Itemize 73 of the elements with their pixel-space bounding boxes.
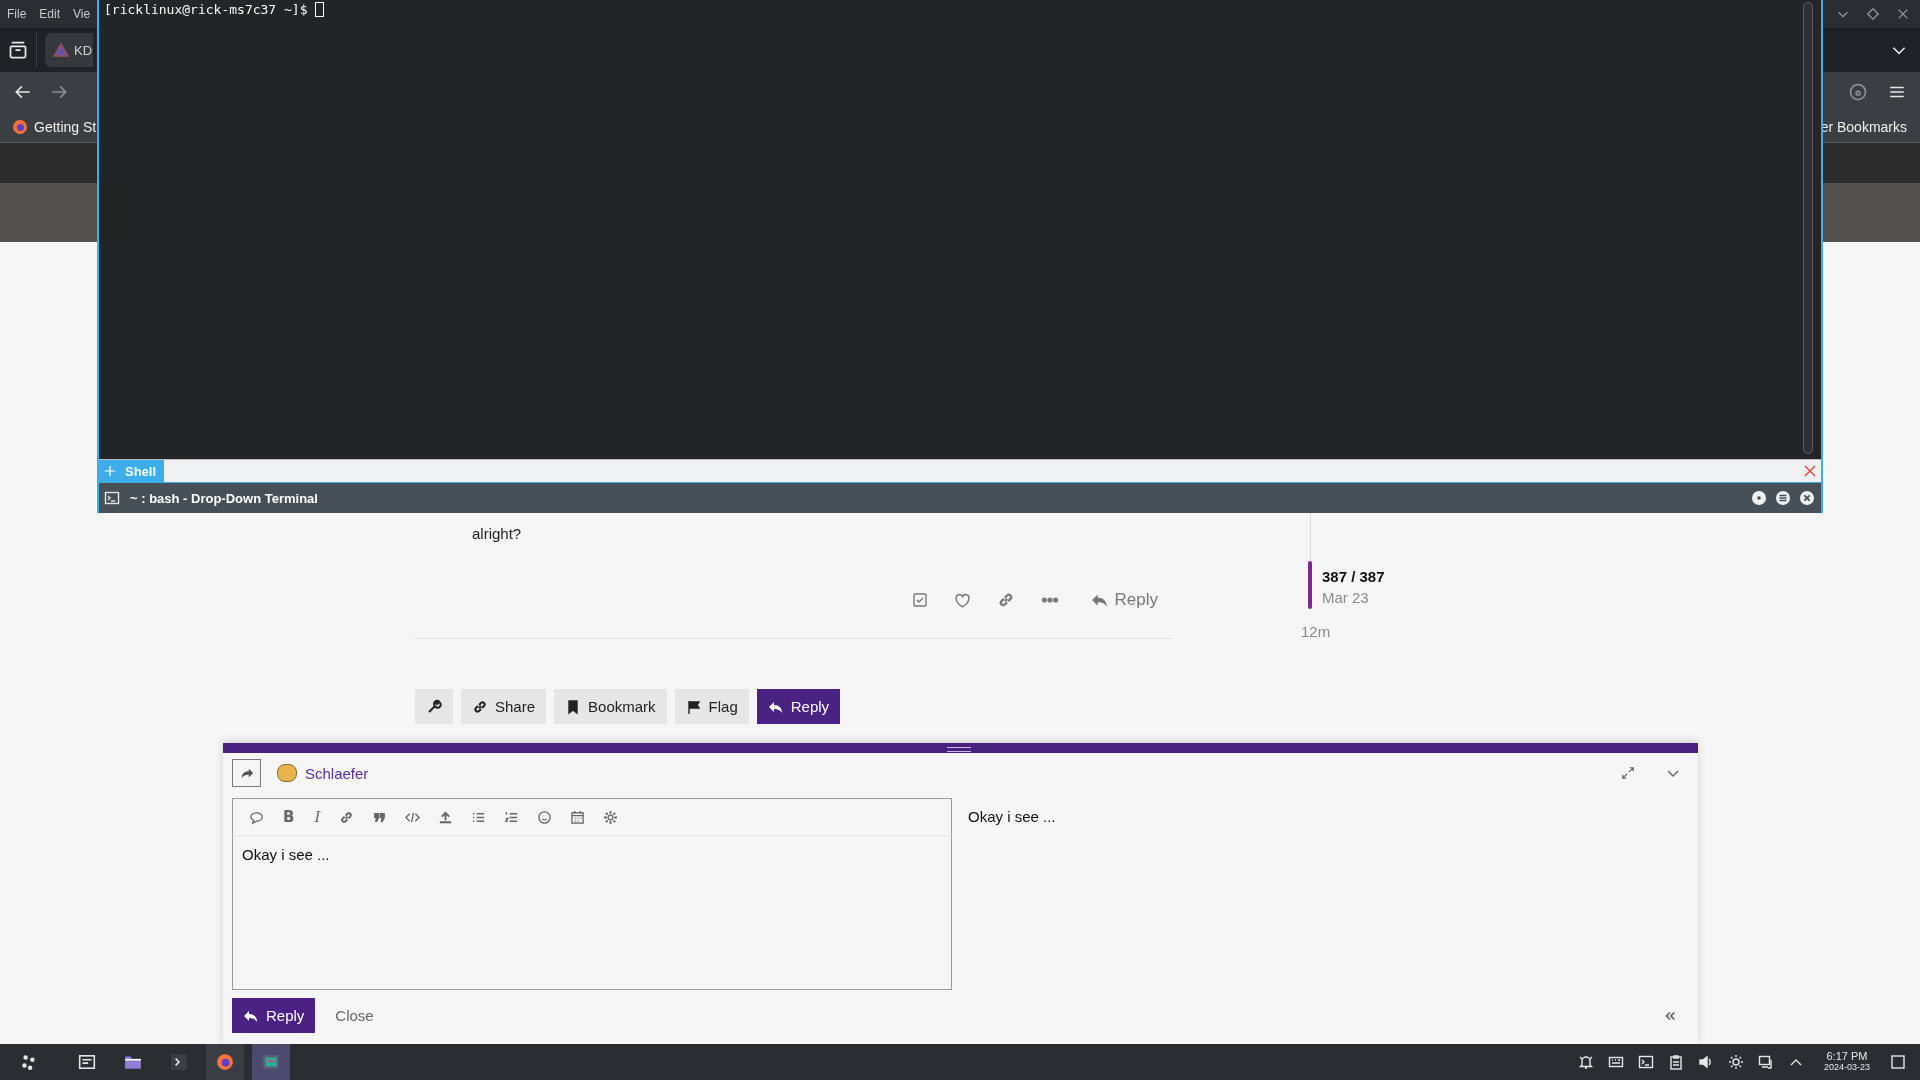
menu-item[interactable]: File	[7, 7, 27, 21]
smiley-icon[interactable]	[537, 809, 553, 825]
display-icon[interactable]	[1757, 1054, 1774, 1070]
plus-icon	[103, 464, 117, 478]
link-icon[interactable]	[339, 809, 355, 825]
folder-icon	[124, 1053, 142, 1071]
menu-item[interactable]: Vie	[73, 7, 91, 21]
scrollbar[interactable]	[1803, 2, 1813, 454]
forward-arrow-icon	[239, 766, 254, 780]
bookmark-link[interactable]: Getting St	[34, 119, 97, 135]
text-input[interactable]: Okay i see ...	[232, 836, 952, 990]
speech-bubble-icon[interactable]	[249, 809, 264, 825]
admin-button[interactable]	[415, 689, 453, 724]
resize-grip[interactable]	[947, 747, 971, 752]
close-icon[interactable]	[1802, 463, 1818, 479]
flag-icon	[685, 698, 702, 715]
clock-time[interactable]: 6:17 PM	[1823, 1051, 1870, 1062]
reply-button[interactable]: Reply	[1084, 586, 1164, 614]
maximize-icon[interactable]	[1866, 7, 1880, 21]
upload-icon[interactable]	[438, 809, 454, 825]
menu-item[interactable]: Edit	[39, 7, 61, 21]
reply-button[interactable]: Reply	[756, 689, 841, 724]
launcher-icon[interactable]	[20, 1053, 38, 1071]
close-icon[interactable]	[1799, 490, 1815, 506]
terminal-prompt: [ricklinux@rick-ms7c37 ~]$	[104, 2, 309, 17]
brightness-icon[interactable]	[1727, 1054, 1744, 1070]
logo-icon	[216, 1053, 234, 1071]
keyboard-icon[interactable]	[1607, 1054, 1624, 1070]
clipboard-icon[interactable]	[1667, 1054, 1684, 1070]
tab-title: KD	[74, 42, 93, 58]
topic-button[interactable]: Bookmark	[554, 689, 667, 724]
post-text: alright?	[472, 524, 523, 544]
clock-date[interactable]: 2024-03-23	[1823, 1062, 1870, 1073]
calendar-icon[interactable]	[570, 809, 586, 825]
windows-icon	[78, 1053, 96, 1071]
italic-button[interactable]: I	[305, 808, 332, 826]
tab-overview-icon[interactable]	[8, 40, 28, 60]
browser-tab[interactable]: KD	[45, 33, 94, 67]
numbered-list-icon[interactable]	[504, 809, 520, 825]
reply-button[interactable]: Reply	[232, 998, 316, 1033]
preview-text: Okay i see ...	[968, 807, 1056, 827]
terminal-window-icon	[262, 1053, 280, 1071]
topic-button[interactable]: Share	[461, 689, 547, 724]
user-name[interactable]: Schlaefer	[305, 764, 369, 782]
disc-icon[interactable]	[1848, 82, 1868, 102]
triangle-icon	[53, 42, 69, 58]
window-title: ~ : bash - Drop-Down Terminal	[130, 490, 318, 506]
forward-icon[interactable]	[50, 83, 68, 101]
check-square-icon[interactable]	[911, 592, 928, 608]
back-icon[interactable]	[14, 83, 32, 101]
bell-icon[interactable]	[1577, 1054, 1594, 1070]
terminal-icon[interactable]	[1637, 1054, 1654, 1070]
pin-icon[interactable]	[1751, 490, 1767, 506]
timeline-handle[interactable]	[1308, 561, 1312, 609]
close-link[interactable]: Close	[335, 1007, 374, 1024]
logo-icon[interactable]	[12, 119, 28, 135]
show-desktop-icon[interactable]	[1890, 1054, 1906, 1070]
heart-icon[interactable]	[953, 591, 971, 609]
volume-icon[interactable]	[1697, 1054, 1714, 1070]
link-icon	[472, 698, 488, 715]
bold-button[interactable]: B	[274, 808, 306, 826]
reply-action-button[interactable]	[232, 759, 261, 787]
topic-button[interactable]: Flag	[674, 689, 749, 724]
expand-icon[interactable]	[1621, 766, 1635, 780]
timeline-date: Mar 23	[1322, 589, 1370, 606]
avatar-icon	[277, 764, 297, 782]
menu-icon[interactable]	[1775, 490, 1791, 506]
timeline-position: 387 / 387	[1322, 568, 1385, 585]
settings-icon[interactable]	[603, 809, 619, 825]
close-icon[interactable]	[1896, 7, 1910, 21]
text-cursor	[315, 2, 325, 17]
terminal-icon	[104, 490, 120, 506]
terminal-icon	[170, 1053, 188, 1071]
